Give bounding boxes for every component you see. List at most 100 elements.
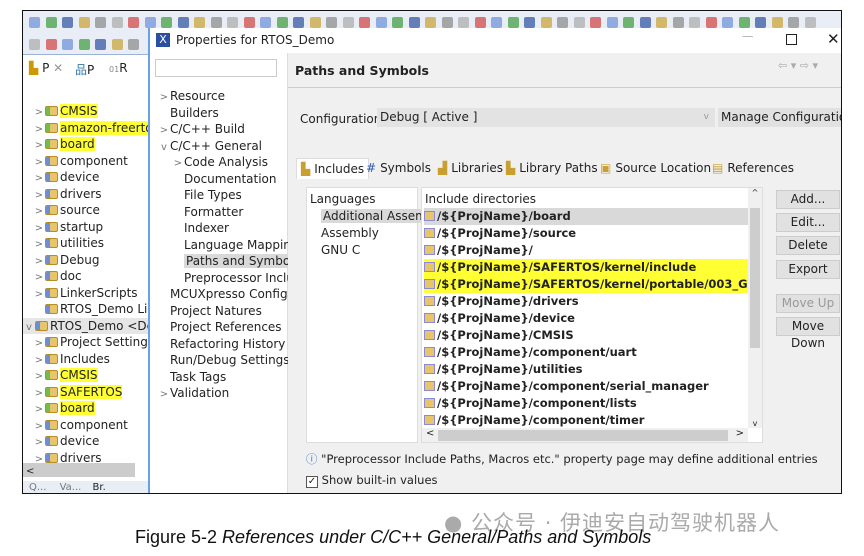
tab-project[interactable]: 品P bbox=[75, 61, 94, 78]
nav-item[interactable]: Documentation bbox=[172, 171, 277, 188]
add-button[interactable]: Add... bbox=[776, 190, 840, 209]
tab-project-explorer[interactable]: ▙ P ✕ bbox=[29, 61, 63, 75]
nav-item[interactable]: Preprocessor Includ bbox=[172, 270, 302, 287]
tab-references[interactable]: ▤ References bbox=[708, 158, 798, 179]
back-forward-icons[interactable]: ⇦ ▾ ⇨ ▾ bbox=[778, 59, 818, 72]
tab-source-location[interactable]: ▣ Source Location bbox=[596, 158, 715, 179]
toolbar-icon[interactable] bbox=[672, 17, 684, 28]
toolbar-icon[interactable] bbox=[441, 17, 453, 28]
toolbar-icon[interactable] bbox=[276, 17, 288, 28]
nav-item[interactable]: Project References bbox=[158, 319, 282, 336]
toolbar-icon[interactable] bbox=[590, 17, 601, 28]
nav-item[interactable]: Formatter bbox=[172, 204, 243, 221]
nav-item[interactable]: > C/C++ Build bbox=[158, 121, 245, 138]
tree-item[interactable]: > LinkerScripts bbox=[23, 285, 148, 302]
nav-item[interactable]: MCUXpresso Config T bbox=[158, 286, 299, 303]
include-item[interactable]: /${ProjName}/SAFERTOS/kernel/include bbox=[424, 259, 749, 276]
toolbar-icon[interactable] bbox=[491, 17, 502, 28]
toolbar-icon[interactable] bbox=[29, 17, 40, 28]
toolbar-icon[interactable] bbox=[375, 17, 387, 28]
tab-variables[interactable]: Va... bbox=[60, 482, 82, 493]
tree-item[interactable]: > device bbox=[23, 169, 148, 186]
toolbar-icon[interactable] bbox=[78, 17, 90, 28]
tree-item[interactable]: > SAFERTOS bbox=[23, 384, 148, 401]
toolbar-icon[interactable] bbox=[177, 17, 189, 28]
toolbar-icon[interactable] bbox=[161, 17, 172, 28]
toolbar-icon[interactable] bbox=[507, 17, 519, 28]
tree-item[interactable]: > doc bbox=[23, 268, 148, 285]
nav-item[interactable]: Run/Debug Settings bbox=[158, 352, 290, 369]
tab-breakpoints[interactable]: Br. bbox=[93, 482, 106, 493]
toolbar-icon[interactable] bbox=[227, 17, 238, 28]
toolbar-icon[interactable] bbox=[128, 17, 139, 28]
manage-configurations-button[interactable]: Manage Configurations... bbox=[718, 108, 841, 127]
toolbar-icon[interactable] bbox=[78, 39, 90, 50]
toolbar-icon[interactable] bbox=[524, 17, 535, 28]
nav-item[interactable]: File Types bbox=[172, 187, 242, 204]
toolbar-icon[interactable] bbox=[128, 39, 139, 50]
toolbar-icon[interactable] bbox=[293, 17, 304, 28]
tree-item[interactable]: > startup bbox=[23, 219, 148, 236]
tab-library-paths[interactable]: ▙ Library Paths bbox=[502, 158, 602, 179]
toolbar-icon[interactable] bbox=[738, 17, 750, 28]
nav-item[interactable]: Language Mapping bbox=[172, 237, 299, 254]
nav-item[interactable]: v C/C++ General bbox=[158, 138, 262, 155]
toolbar-icon[interactable] bbox=[210, 17, 222, 28]
tree-item[interactable]: > component bbox=[23, 417, 148, 434]
nav-item[interactable]: Project Natures bbox=[158, 303, 262, 320]
tree-item[interactable]: > utilities bbox=[23, 235, 148, 252]
toolbar-icon[interactable] bbox=[359, 17, 370, 28]
toolbar-icon[interactable] bbox=[771, 17, 783, 28]
nav-item[interactable]: Task Tags bbox=[158, 369, 226, 386]
tree-item[interactable]: > board bbox=[23, 136, 148, 153]
tree-item[interactable]: > Project Setting bbox=[23, 334, 148, 351]
toolbar-icon[interactable] bbox=[392, 17, 403, 28]
toolbar-icon[interactable] bbox=[606, 17, 618, 28]
toolbar-icon[interactable] bbox=[144, 17, 156, 28]
toolbar-icon[interactable] bbox=[573, 17, 585, 28]
tab-libraries[interactable]: ▟ Libraries bbox=[434, 158, 507, 179]
horizontal-scrollbar[interactable]: < bbox=[23, 463, 135, 477]
tab-includes[interactable]: ▙ Includes bbox=[296, 158, 370, 179]
chevron-down-icon[interactable]: v bbox=[158, 140, 170, 157]
tree-item[interactable]: RTOS_Demo Li bbox=[23, 301, 148, 318]
toolbar-icon[interactable] bbox=[474, 17, 486, 28]
toolbar-icon[interactable] bbox=[623, 17, 634, 28]
tree-item[interactable]: > board bbox=[23, 400, 148, 417]
language-item[interactable]: GNU C bbox=[321, 243, 360, 257]
toolbar-icon[interactable] bbox=[243, 17, 255, 28]
toolbar-icon[interactable] bbox=[689, 17, 700, 28]
toolbar-icon[interactable] bbox=[540, 17, 552, 28]
toolbar-icon[interactable] bbox=[425, 17, 436, 28]
close-button[interactable]: ✕ bbox=[827, 30, 840, 48]
tree-item[interactable]: > source bbox=[23, 202, 148, 219]
include-item[interactable]: /${ProjName}/source bbox=[424, 225, 749, 242]
chevron-right-icon[interactable]: > bbox=[158, 387, 170, 404]
tree-item[interactable]: > CMSIS bbox=[23, 103, 148, 120]
toolbar-icon[interactable] bbox=[639, 17, 651, 28]
nav-item[interactable]: > Resource bbox=[158, 88, 225, 105]
toolbar-icon[interactable] bbox=[788, 17, 799, 28]
show-builtin-checkbox[interactable]: ✓ Show built-in values bbox=[306, 473, 438, 488]
minimize-button[interactable]: — bbox=[742, 29, 754, 43]
tree-item[interactable]: > drivers bbox=[23, 186, 148, 203]
vertical-scrollbar[interactable]: ^ v bbox=[748, 188, 762, 428]
toolbar-icon[interactable] bbox=[408, 17, 420, 28]
toolbar-icon[interactable] bbox=[722, 17, 733, 28]
toolbar-icon[interactable] bbox=[342, 17, 354, 28]
toolbar-icon[interactable] bbox=[458, 17, 469, 28]
nav-item[interactable]: > Code Analysis bbox=[172, 154, 268, 171]
include-item[interactable]: /${ProjName}/component/lists bbox=[424, 395, 749, 412]
tab-quickstart[interactable]: Q... bbox=[29, 482, 46, 493]
toolbar-icon[interactable] bbox=[29, 39, 40, 50]
tab-registers[interactable]: 01R bbox=[109, 61, 128, 75]
toolbar-icon[interactable] bbox=[557, 17, 568, 28]
move-up-button[interactable]: Move Up bbox=[776, 294, 840, 313]
tree-item[interactable]: > amazon-freertos bbox=[23, 120, 159, 137]
toolbar-icon[interactable] bbox=[309, 17, 321, 28]
toolbar-icon[interactable] bbox=[111, 39, 123, 50]
toolbar-icon[interactable] bbox=[62, 17, 73, 28]
toolbar-icon[interactable] bbox=[260, 17, 271, 28]
toolbar-icon[interactable] bbox=[705, 17, 717, 28]
configuration-select[interactable]: Debug [ Active ] v bbox=[377, 108, 715, 127]
